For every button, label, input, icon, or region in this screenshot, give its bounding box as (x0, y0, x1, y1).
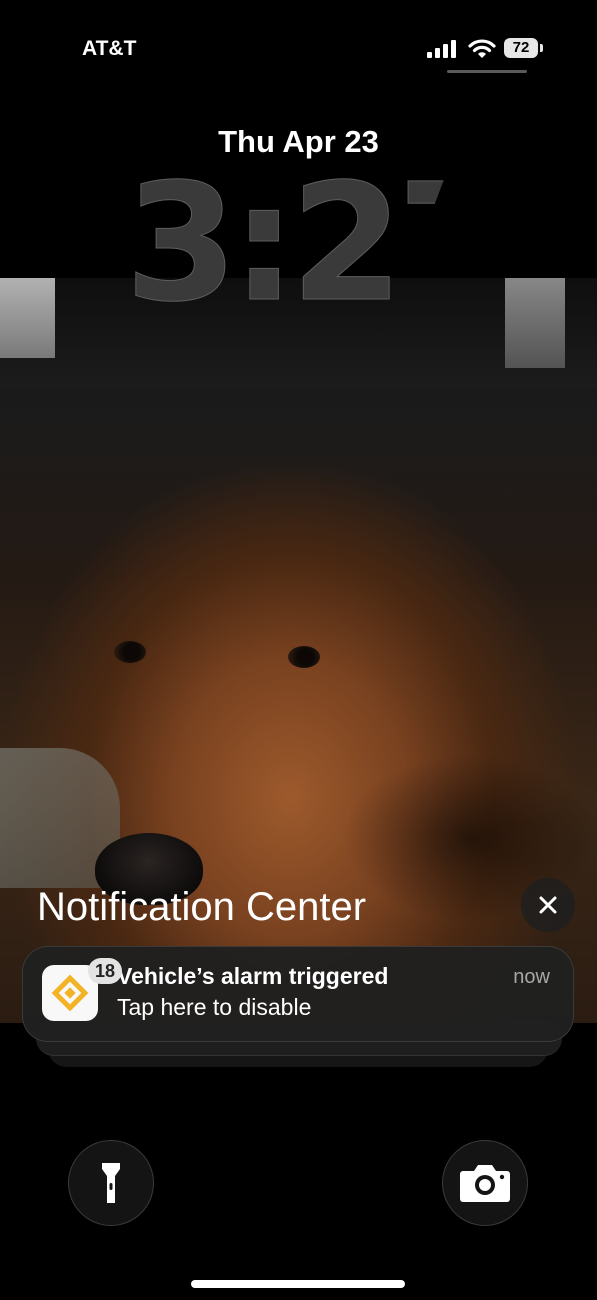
notification-body: Tap here to disable (117, 994, 312, 1020)
camera-icon (460, 1165, 510, 1202)
notification-count-badge: 18 (88, 958, 122, 984)
home-indicator[interactable] (191, 1280, 405, 1288)
notification-center-title: Notification Center (37, 885, 367, 929)
battery-cap (540, 44, 543, 52)
dog-eye-right (288, 646, 320, 668)
carrier-label: AT&T (82, 37, 137, 60)
status-bar: AT&T 72 (0, 0, 597, 90)
flashlight-button[interactable] (68, 1140, 154, 1226)
notification-card[interactable]: 18 Vehicle’s alarm triggered Tap here to… (22, 946, 574, 1042)
battery-indicator: 72 (504, 38, 538, 58)
close-icon (539, 896, 557, 914)
camera-button[interactable] (442, 1140, 528, 1226)
notification-time: now (513, 966, 550, 988)
wifi-icon (468, 39, 496, 58)
close-notifications-button[interactable] (521, 878, 575, 932)
notification-title: Vehicle’s alarm triggered (117, 963, 389, 989)
flashlight-icon (102, 1163, 120, 1203)
status-indicator-line (447, 70, 527, 73)
cellular-signal-icon (427, 40, 457, 58)
wallpaper-light-left (0, 278, 55, 358)
wallpaper-light-right (505, 278, 565, 368)
dog-eye-left (114, 641, 146, 663)
